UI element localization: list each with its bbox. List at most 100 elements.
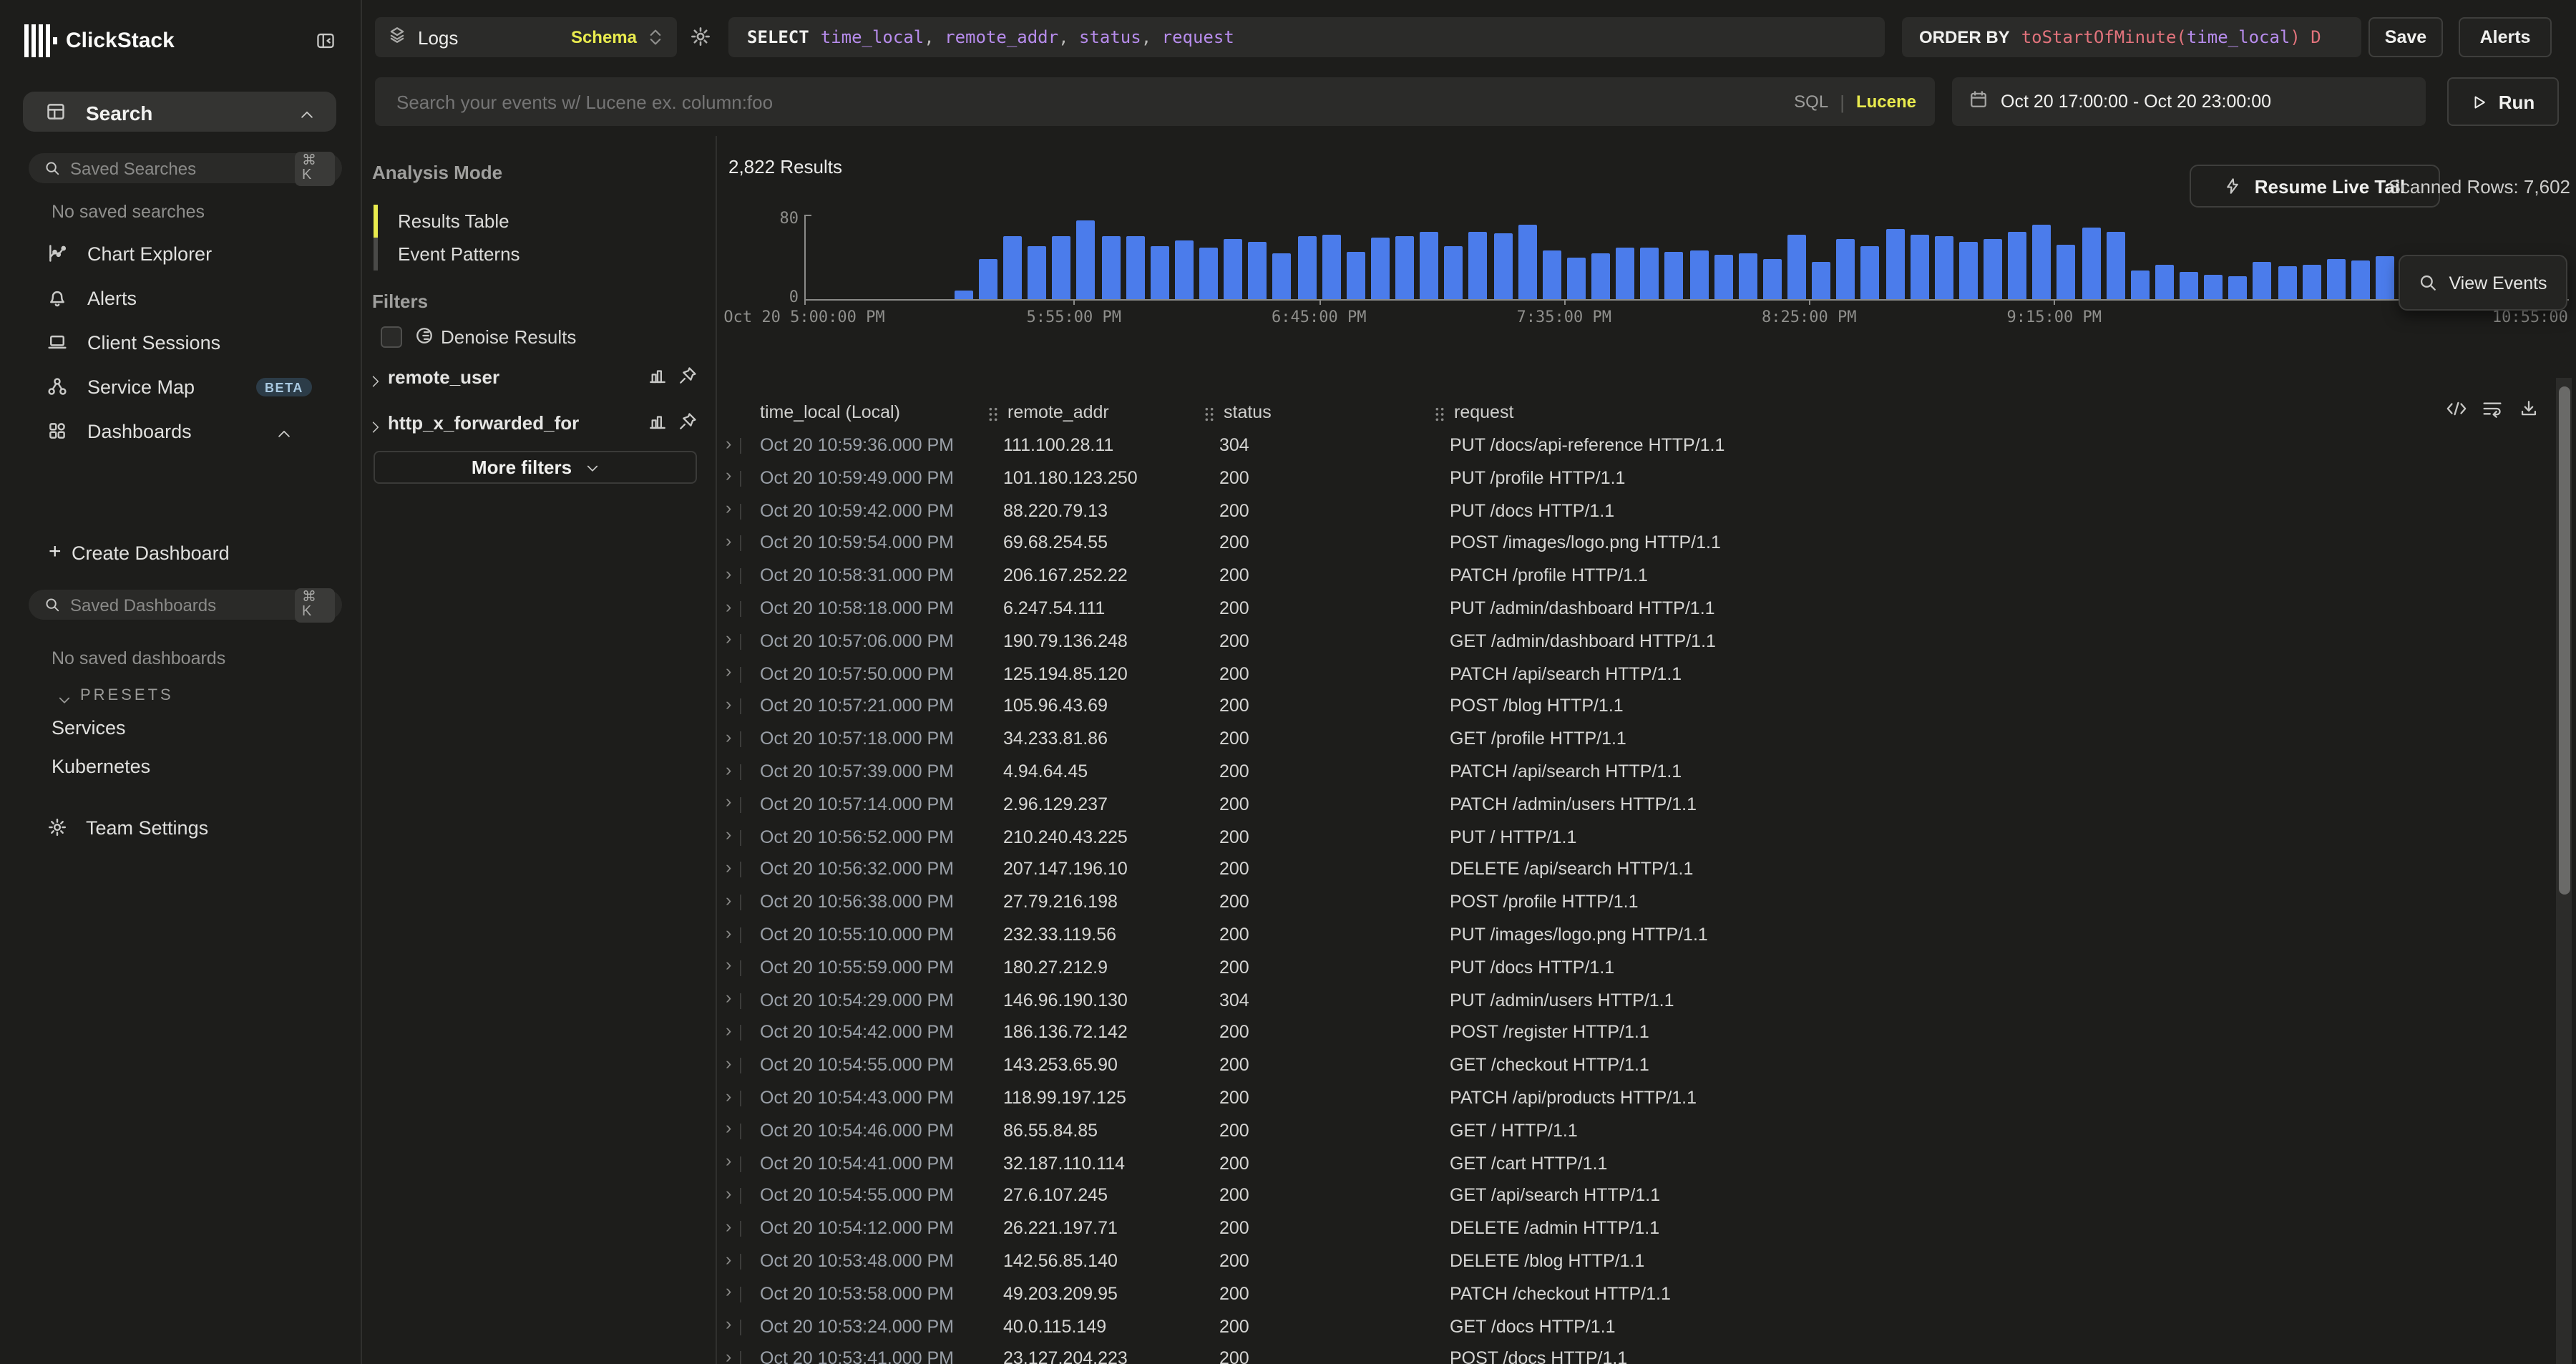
row-expand-icon[interactable]: › [726,1282,731,1302]
chevron-up-icon[interactable] [276,424,292,449]
histogram-bar[interactable] [1641,247,1659,298]
mode-event-patterns[interactable]: Event Patterns [374,238,703,271]
row-expand-icon[interactable]: › [726,824,731,844]
row-expand-icon[interactable]: › [726,955,731,975]
table-row[interactable]: ›Oct 20 10:53:48.000 PM142.56.85.140200D… [716,1245,2576,1278]
histogram-bar[interactable] [1837,238,1855,298]
row-expand-icon[interactable]: › [726,498,731,518]
histogram-bar[interactable] [2131,270,2150,298]
histogram-bar[interactable] [1224,238,1242,298]
preset-item-kubernetes[interactable]: Kubernetes [52,756,150,777]
run-button[interactable]: Run [2447,77,2559,126]
table-row[interactable]: ›Oct 20 10:59:36.000 PM111.100.28.11304P… [716,429,2576,462]
scrollbar-thumb[interactable] [2558,386,2570,895]
histogram-bar[interactable] [1028,245,1046,298]
histogram-bar[interactable] [1175,240,1194,298]
event-search-box[interactable]: SQL | Lucene [375,77,1935,126]
view-events-tooltip[interactable]: View Events [2399,255,2567,311]
histogram-bar[interactable] [1199,247,1218,298]
row-expand-icon[interactable]: › [726,922,731,942]
histogram-bar[interactable] [1787,234,1806,298]
team-settings-item[interactable]: Team Settings [0,814,361,843]
histogram-bar[interactable] [2253,261,2272,298]
table-row[interactable]: ›Oct 20 10:57:14.000 PM2.96.129.237200PA… [716,789,2576,822]
histogram-bar[interactable] [2082,227,2100,298]
row-expand-icon[interactable]: › [726,1086,731,1106]
event-search-input[interactable] [394,89,1794,114]
denoise-results-row[interactable]: Denoise Results [361,325,716,351]
row-expand-icon[interactable]: › [726,563,731,583]
table-row[interactable]: ›Oct 20 10:56:38.000 PM27.79.216.198200P… [716,886,2576,919]
histogram-bar[interactable] [1739,253,1757,298]
sidebar-item-alerts[interactable]: Alerts [0,285,361,313]
table-row[interactable]: ›Oct 20 10:57:39.000 PM4.94.64.45200PATC… [716,756,2576,789]
sidebar-item-search[interactable]: Search [23,92,336,132]
orderby-clause-input[interactable]: ORDER BY toStartOfMinute( time_local ) D [1902,17,2361,57]
filter-field-http-x-forwarded-for[interactable]: http_x_forwarded_for [361,411,716,437]
histogram-bar[interactable] [1395,235,1414,298]
histogram-bar[interactable] [1567,257,1586,298]
lucene-toggle[interactable]: Lucene [1856,92,1916,112]
histogram-bar[interactable] [955,290,973,298]
denoise-checkbox[interactable] [381,326,402,348]
field-pin-icon[interactable] [678,366,697,392]
row-expand-icon[interactable]: › [726,629,731,649]
histogram-bar[interactable] [2180,271,2198,298]
row-expand-icon[interactable]: › [726,1151,731,1171]
row-expand-icon[interactable]: › [726,759,731,779]
histogram-bar[interactable] [2008,231,2026,298]
histogram-chart[interactable]: Oct 20 5:00:00 PM5:55:00 PM6:45:00 PM7:3… [804,218,2569,298]
histogram-bar[interactable] [1249,241,1267,298]
histogram-bar[interactable] [1003,235,1022,298]
histogram-bar[interactable] [2302,264,2321,298]
query-settings-gear-icon[interactable] [690,26,711,54]
field-chart-icon[interactable] [648,366,667,392]
preset-item-services[interactable]: Services [52,717,126,739]
sidebar-item-service-map[interactable]: Service Map BETA [0,374,361,402]
presets-section-header[interactable]: PRESETS [0,684,361,707]
sidebar-item-client-sessions[interactable]: Client Sessions [0,329,361,358]
row-expand-icon[interactable]: › [726,1216,731,1236]
histogram-bar[interactable] [1371,237,1390,298]
histogram-bar[interactable] [2229,276,2248,298]
table-row[interactable]: ›Oct 20 10:54:29.000 PM146.96.190.130304… [716,984,2576,1017]
histogram-bar[interactable] [1959,241,1978,298]
row-expand-icon[interactable]: › [726,661,731,681]
histogram-bar[interactable] [1322,234,1340,298]
histogram-bar[interactable] [1665,251,1684,298]
histogram-bar[interactable] [2278,266,2296,298]
table-row[interactable]: ›Oct 20 10:57:50.000 PM125.194.85.120200… [716,658,2576,691]
table-row[interactable]: ›Oct 20 10:56:52.000 PM210.240.43.225200… [716,821,2576,854]
schema-label[interactable]: Schema [571,27,637,47]
histogram-bar[interactable] [1053,235,1071,298]
row-expand-icon[interactable]: › [726,792,731,812]
histogram-bar[interactable] [1763,258,1782,298]
save-button[interactable]: Save [2368,17,2443,57]
column-header-remote-addr[interactable]: remote_addr [1008,402,1109,422]
field-chart-icon[interactable] [648,412,667,438]
histogram-bar[interactable] [1469,231,1488,298]
histogram-bar[interactable] [2106,231,2124,298]
histogram-bar[interactable] [1861,245,1880,298]
histogram-bar[interactable] [2376,255,2394,298]
chevron-up-icon[interactable] [299,104,315,130]
table-row[interactable]: ›Oct 20 10:59:42.000 PM88.220.79.13200PU… [716,495,2576,527]
create-dashboard-button[interactable]: + Create Dashboard [0,538,361,567]
histogram-bar[interactable] [1493,233,1512,298]
histogram-bar[interactable] [1885,228,1904,298]
table-row[interactable]: ›Oct 20 10:58:18.000 PM6.247.54.111200PU… [716,593,2576,625]
row-expand-icon[interactable]: › [726,531,731,551]
row-expand-icon[interactable]: › [726,726,731,746]
histogram-bar[interactable] [1910,234,1928,298]
row-expand-icon[interactable]: › [726,988,731,1008]
source-select[interactable]: Logs Schema [375,17,677,57]
histogram-bar[interactable] [1077,220,1096,298]
saved-searches-input[interactable] [67,157,295,180]
histogram-bar[interactable] [1543,250,1561,298]
histogram-bar[interactable] [2327,258,2346,298]
field-pin-icon[interactable] [678,412,697,438]
mode-results-table[interactable]: Results Table [374,205,703,238]
histogram-bar[interactable] [2057,244,2076,298]
row-expand-icon[interactable]: › [726,1314,731,1334]
column-drag-handle-icon[interactable] [987,406,999,422]
